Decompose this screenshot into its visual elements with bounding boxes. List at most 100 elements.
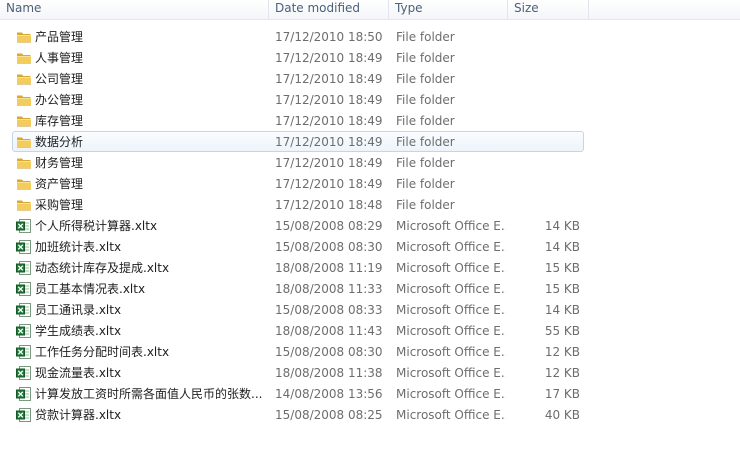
item-date-modified: 15/08/2008 08:30 <box>275 240 383 254</box>
excel-template-icon <box>16 407 32 423</box>
item-type: File folder <box>396 177 455 191</box>
column-header-bar: Name Date modified Type Size <box>0 0 740 20</box>
item-date-modified: 18/08/2008 11:33 <box>275 282 383 296</box>
excel-template-icon <box>16 260 32 276</box>
item-name: 财务管理 <box>35 156 84 170</box>
file-row[interactable]: 员工通讯录.xltx 15/08/2008 08:33 Microsoft Offi… <box>12 299 584 320</box>
item-type: File folder <box>396 156 455 170</box>
item-size: 14 KB <box>544 219 580 233</box>
file-row[interactable]: 加班统计表.xltx 15/08/2008 08:30 Microsoft Offi… <box>12 236 584 257</box>
file-row[interactable]: 现金流量表.xltx 18/08/2008 11:38 Microsoft Offi… <box>12 362 584 383</box>
folder-icon <box>16 176 32 192</box>
file-row[interactable]: 学生成绩表.xltx 18/08/2008 11:43 Microsoft Offi… <box>12 320 584 341</box>
item-type: Microsoft Office E... <box>396 345 506 359</box>
folder-icon <box>16 92 32 108</box>
folder-icon <box>16 50 32 66</box>
folder-row[interactable]: 产品管理 17/12/2010 18:50 File folder <box>12 26 584 47</box>
item-type: Microsoft Office E... <box>396 324 506 338</box>
folder-row[interactable]: 资产管理 17/12/2010 18:49 File folder <box>12 173 584 194</box>
folder-row[interactable]: 库存管理 17/12/2010 18:49 File folder <box>12 110 584 131</box>
item-name: 现金流量表.xltx <box>35 366 122 380</box>
item-name: 资产管理 <box>35 177 84 191</box>
column-header-size[interactable]: Size <box>508 0 589 20</box>
column-header-type[interactable]: Type <box>389 0 508 20</box>
item-type: Microsoft Office E... <box>396 387 506 401</box>
item-date-modified: 17/12/2010 18:50 <box>275 30 383 44</box>
item-name: 库存管理 <box>35 114 84 128</box>
item-type: Microsoft Office E... <box>396 240 506 254</box>
excel-template-icon <box>16 386 32 402</box>
item-name: 计算发放工资时所需各面值人民币的张数... <box>35 387 263 401</box>
item-name: 员工基本情况表.xltx <box>35 282 146 296</box>
item-date-modified: 17/12/2010 18:49 <box>275 135 383 149</box>
item-type: Microsoft Office E... <box>396 261 506 275</box>
file-row[interactable]: 员工基本情况表.xltx 18/08/2008 11:33 Microsoft Of… <box>12 278 584 299</box>
item-date-modified: 15/08/2008 08:33 <box>275 303 383 317</box>
item-name: 数据分析 <box>35 135 84 149</box>
item-name: 产品管理 <box>35 30 84 44</box>
item-date-modified: 17/12/2010 18:49 <box>275 156 383 170</box>
item-size: 12 KB <box>544 345 580 359</box>
file-row[interactable]: 计算发放工资时所需各面值人民币的张数... 14/08/2008 13:56 Mic… <box>12 383 584 404</box>
folder-icon <box>16 197 32 213</box>
item-type: Microsoft Office E... <box>396 408 506 422</box>
item-type: Microsoft Office E... <box>396 219 506 233</box>
excel-template-icon <box>16 344 32 360</box>
excel-template-icon <box>16 218 32 234</box>
item-type: Microsoft Office E... <box>396 366 506 380</box>
column-header-name[interactable]: Name <box>0 0 269 20</box>
item-date-modified: 18/08/2008 11:38 <box>275 366 383 380</box>
folder-icon <box>16 134 32 150</box>
item-name: 贷款计算器.xltx <box>35 408 122 422</box>
file-row[interactable]: 工作任务分配时间表.xltx 15/08/2008 08:30 Microsoft … <box>12 341 584 362</box>
excel-template-icon <box>16 302 32 318</box>
item-name: 学生成绩表.xltx <box>35 324 122 338</box>
item-name: 员工通讯录.xltx <box>35 303 122 317</box>
item-date-modified: 17/12/2010 18:49 <box>275 177 383 191</box>
item-name: 采购管理 <box>35 198 84 212</box>
item-name: 人事管理 <box>35 51 84 65</box>
item-name: 个人所得税计算器.xltx <box>35 219 158 233</box>
item-name: 工作任务分配时间表.xltx <box>35 345 170 359</box>
item-name: 动态统计库存及提成.xltx <box>35 261 170 275</box>
item-type: Microsoft Office E... <box>396 303 506 317</box>
column-header-filler <box>589 0 740 20</box>
folder-row[interactable]: 采购管理 17/12/2010 18:48 File folder <box>12 194 584 215</box>
item-date-modified: 17/12/2010 18:48 <box>275 198 383 212</box>
folder-row[interactable]: 人事管理 17/12/2010 18:49 File folder <box>12 47 584 68</box>
item-size: 14 KB <box>544 303 580 317</box>
file-row[interactable]: 动态统计库存及提成.xltx 18/08/2008 11:19 Microsoft … <box>12 257 584 278</box>
file-row[interactable]: 个人所得税计算器.xltx 15/08/2008 08:29 Microsoft O… <box>12 215 584 236</box>
item-type: File folder <box>396 72 455 86</box>
item-type: File folder <box>396 30 455 44</box>
excel-template-icon <box>16 365 32 381</box>
item-type: File folder <box>396 198 455 212</box>
item-date-modified: 14/08/2008 13:56 <box>275 387 383 401</box>
item-name: 加班统计表.xltx <box>35 240 122 254</box>
folder-row[interactable]: 数据分析 17/12/2010 18:49 File folder <box>12 131 584 152</box>
item-date-modified: 15/08/2008 08:30 <box>275 345 383 359</box>
item-date-modified: 15/08/2008 08:29 <box>275 219 383 233</box>
item-size: 17 KB <box>544 387 580 401</box>
item-size: 15 KB <box>544 282 580 296</box>
item-type: File folder <box>396 135 455 149</box>
item-size: 40 KB <box>544 408 580 422</box>
item-date-modified: 17/12/2010 18:49 <box>275 51 383 65</box>
item-type: File folder <box>396 114 455 128</box>
excel-template-icon <box>16 323 32 339</box>
excel-template-icon <box>16 281 32 297</box>
item-type: File folder <box>396 93 455 107</box>
item-date-modified: 18/08/2008 11:19 <box>275 261 383 275</box>
folder-icon <box>16 71 32 87</box>
folder-row[interactable]: 公司管理 17/12/2010 18:49 File folder <box>12 68 584 89</box>
item-name: 办公管理 <box>35 93 84 107</box>
folder-icon <box>16 29 32 45</box>
column-header-date-modified[interactable]: Date modified <box>269 0 389 20</box>
folder-row[interactable]: 财务管理 17/12/2010 18:49 File folder <box>12 152 584 173</box>
excel-template-icon <box>16 239 32 255</box>
file-row[interactable]: 贷款计算器.xltx 15/08/2008 08:25 Microsoft Offi… <box>12 404 584 425</box>
folder-row[interactable]: 办公管理 17/12/2010 18:49 File folder <box>12 89 584 110</box>
item-date-modified: 15/08/2008 08:25 <box>275 408 383 422</box>
item-date-modified: 17/12/2010 18:49 <box>275 72 383 86</box>
folder-icon <box>16 113 32 129</box>
